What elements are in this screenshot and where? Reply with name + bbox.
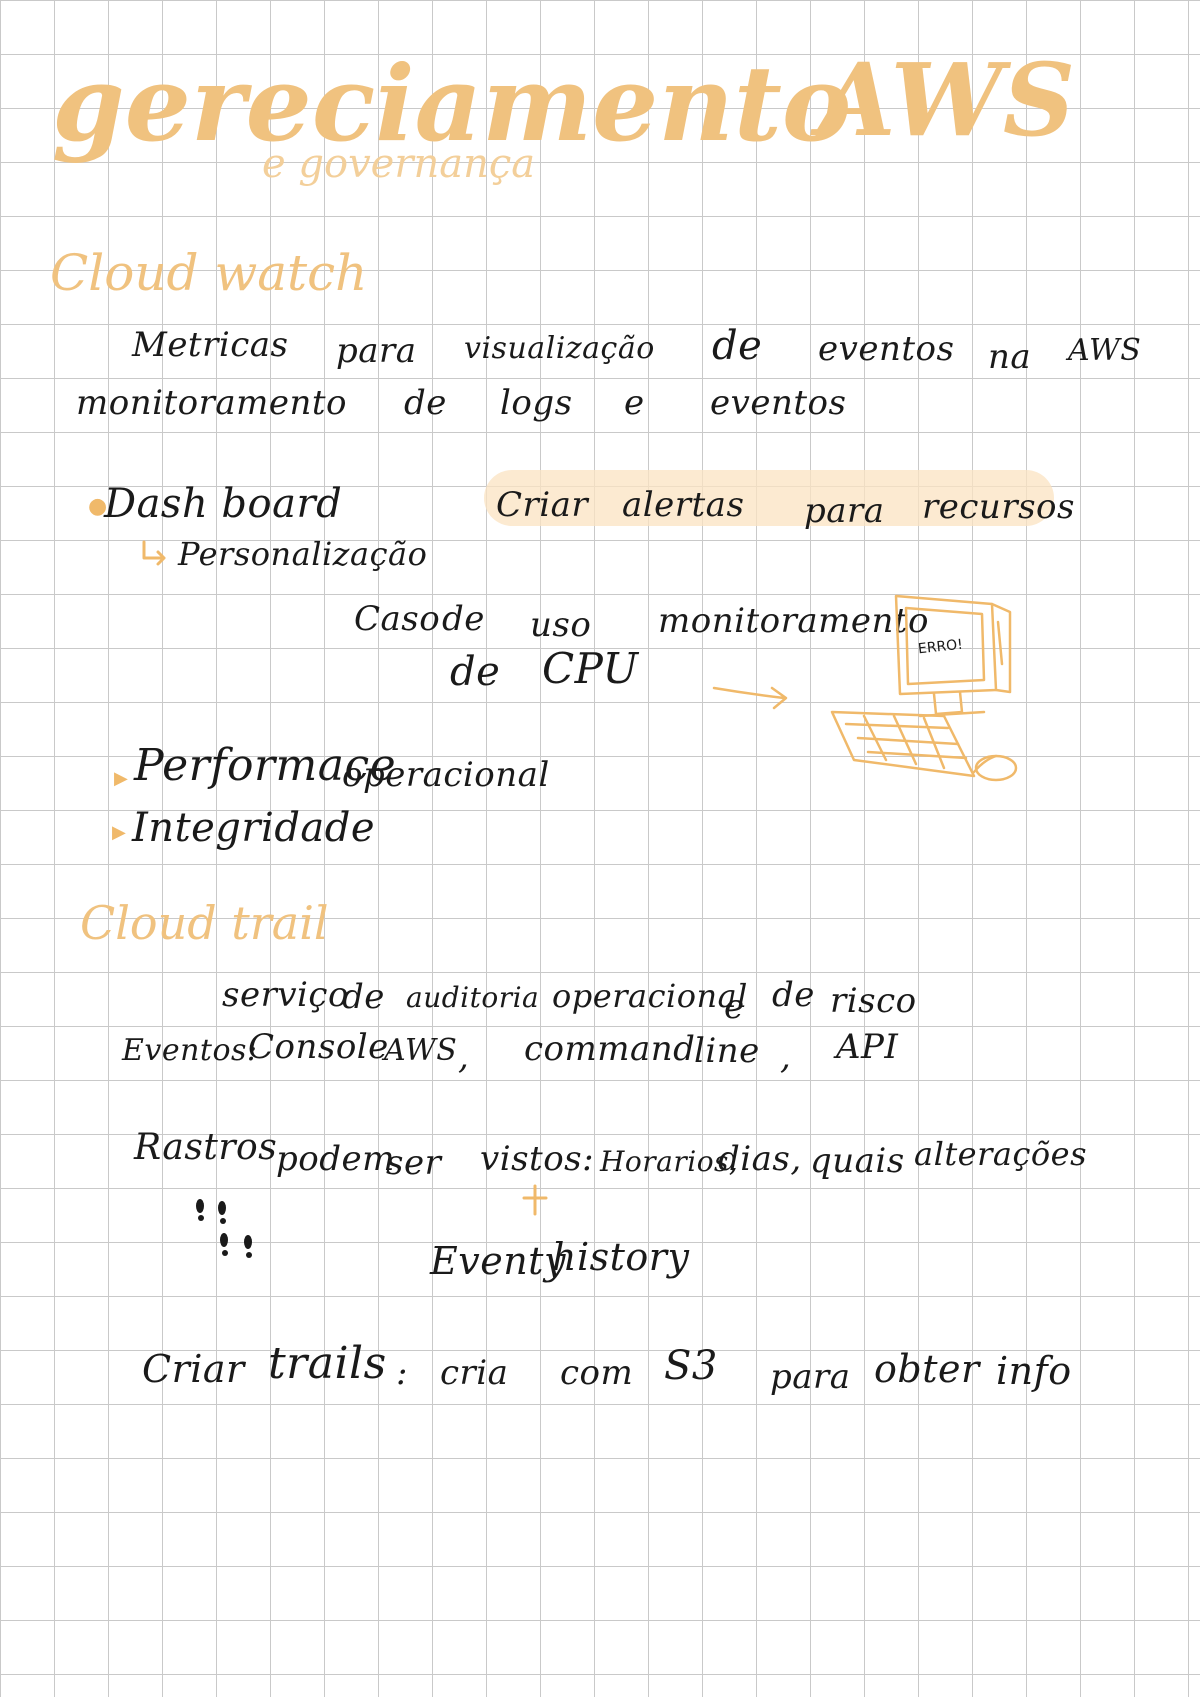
word: API (836, 1027, 899, 1067)
item-dashboard: Dash board (104, 481, 343, 527)
word: e (724, 987, 745, 1027)
word: command (524, 1029, 696, 1069)
word: de (404, 383, 447, 423)
word: de (712, 323, 763, 369)
word: AWS (384, 1033, 458, 1068)
word: ser (386, 1143, 442, 1183)
word: obter (874, 1347, 980, 1391)
word: Rastros (134, 1127, 278, 1168)
word: de (442, 599, 485, 639)
word: recursos (922, 487, 1075, 527)
footprints-icon (196, 1199, 252, 1258)
word: para (804, 491, 885, 531)
section-heading-cloudwatch: Cloud watch (50, 244, 368, 302)
word: de (772, 975, 815, 1015)
section-heading-cloudtrail: Cloud trail (80, 896, 329, 950)
word: com (560, 1353, 634, 1393)
word: Criar (496, 485, 589, 525)
word: na (988, 337, 1032, 377)
word: auditoria (406, 981, 540, 1014)
arrow-right-icon (712, 686, 788, 710)
word: e (624, 383, 645, 423)
title-aws: AWS (818, 41, 1076, 159)
word: eventos (818, 329, 955, 369)
word: visualização (464, 331, 655, 366)
word: Criar (142, 1347, 245, 1391)
word: Eventy (430, 1239, 566, 1283)
word: line (694, 1031, 760, 1071)
arrow-return-icon (142, 540, 166, 566)
word: monitoramento (76, 383, 348, 423)
word: Caso (354, 599, 441, 639)
bullet-triangle-icon: ▶ (112, 822, 126, 843)
word: logs (500, 383, 573, 423)
word: CPU (542, 644, 639, 693)
page-subtitle: e governança (262, 141, 536, 187)
item-integridade: Integridade (132, 805, 376, 851)
word: de (450, 649, 501, 695)
word: cria (440, 1353, 509, 1393)
word: info (996, 1349, 1072, 1393)
word: history (552, 1235, 690, 1279)
word: serviço (222, 975, 349, 1015)
word: trails (268, 1338, 387, 1389)
word: para (336, 331, 417, 371)
word: uso (530, 605, 592, 645)
word: operacional (342, 755, 550, 795)
word: dias, (718, 1139, 802, 1179)
bullet-triangle-icon: ▶ (114, 768, 128, 789)
word: alterações (914, 1135, 1088, 1173)
computer-doodle-icon (830, 594, 1018, 782)
word: podem (276, 1139, 395, 1179)
word: Metricas (132, 325, 289, 365)
word: de (342, 977, 385, 1017)
word: quais (810, 1141, 905, 1181)
word: alertas (622, 485, 745, 525)
separator: , (780, 1037, 792, 1077)
word: vistos: (480, 1139, 595, 1179)
word: Eventos: (122, 1033, 258, 1068)
word: AWS (1068, 333, 1142, 368)
word: S3 (664, 1343, 718, 1389)
separator: : (396, 1353, 408, 1393)
word: eventos (710, 383, 847, 423)
separator: , (458, 1037, 470, 1077)
word: operacional (552, 977, 748, 1015)
word: para (770, 1357, 851, 1397)
item-personalizacao: Personalização (178, 535, 428, 573)
word: Console (248, 1027, 389, 1067)
word: risco (830, 981, 917, 1021)
plus-icon (522, 1184, 548, 1216)
